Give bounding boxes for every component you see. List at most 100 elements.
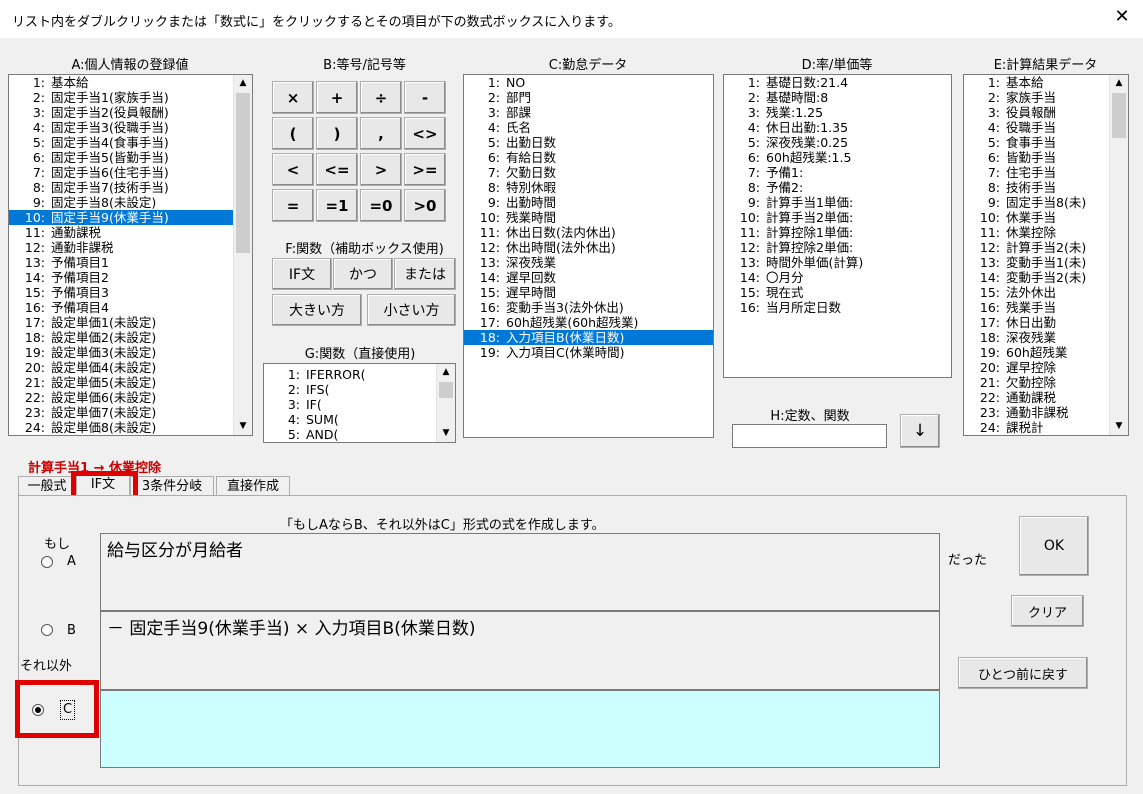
- list-item[interactable]: 3: 残業:1.25: [724, 105, 951, 120]
- if-function-button[interactable]: IF文: [272, 258, 332, 290]
- less-equal-button[interactable]: <=: [316, 153, 358, 186]
- list-item[interactable]: 13: 時間外単価(計算): [724, 255, 951, 270]
- list-item[interactable]: 2: 基礎時間:8: [724, 90, 951, 105]
- radio-a[interactable]: [41, 556, 53, 568]
- list-item[interactable]: 17: 休日出勤: [964, 315, 1128, 330]
- list-a-scrollbar[interactable]: ▲ ▼: [233, 75, 252, 435]
- list-item[interactable]: 19: 入力項目C(休業時間): [464, 345, 713, 360]
- list-e[interactable]: 1: 基本給 2: 家族手当 3: 役員報酬 4: 役職手当 5: 食事手当 6: 皆勤手当 7: 住宅手…: [964, 75, 1128, 435]
- list-item[interactable]: 14: 変動手当2(未): [964, 270, 1128, 285]
- list-item[interactable]: 20: 設定単価4(未設定): [9, 360, 252, 375]
- list-item[interactable]: 7: 住宅手当: [964, 165, 1128, 180]
- list-item[interactable]: 7: 固定手当6(住宅手当): [9, 165, 252, 180]
- list-item[interactable]: 23: 設定単価7(未設定): [9, 405, 252, 420]
- list-item[interactable]: 7: 欠勤日数: [464, 165, 713, 180]
- expression-b-box[interactable]: － 固定手当9(休業手当) × 入力項目B(休業日数): [100, 611, 940, 690]
- list-item[interactable]: 8: 予備2:: [724, 180, 951, 195]
- list-item[interactable]: 15: 予備項目3: [9, 285, 252, 300]
- list-item[interactable]: 24: 設定単価8(未設定): [9, 420, 252, 435]
- list-item[interactable]: 18: 設定単価2(未設定): [9, 330, 252, 345]
- list-item[interactable]: 18: 入力項目B(休業日数): [464, 330, 713, 345]
- list-item[interactable]: 1: NO: [464, 75, 713, 90]
- list-item[interactable]: 12: 休出時間(法外休出): [464, 240, 713, 255]
- greater-than-button[interactable]: >: [360, 153, 402, 186]
- list-item[interactable]: 5: 深夜残業:0.25: [724, 135, 951, 150]
- list-item[interactable]: 6: 固定手当5(皆勤手当): [9, 150, 252, 165]
- list-item[interactable]: 9: 固定手当8(未設定): [9, 195, 252, 210]
- list-item[interactable]: 4: SUM(: [264, 412, 455, 427]
- scroll-up-icon[interactable]: ▲: [1110, 75, 1128, 92]
- list-item[interactable]: 9: 固定手当8(未): [964, 195, 1128, 210]
- list-item[interactable]: 4: 役職手当: [964, 120, 1128, 135]
- list-item[interactable]: 15: 現在式: [724, 285, 951, 300]
- list-item[interactable]: 14: 〇月分: [724, 270, 951, 285]
- plus-button[interactable]: +: [316, 81, 358, 114]
- list-d[interactable]: 1: 基礎日数:21.4 2: 基礎時間:8 3: 残業:1.25 4: 休日出勤:1.35 5…: [724, 75, 951, 315]
- list-item[interactable]: 13: 予備項目1: [9, 255, 252, 270]
- list-item[interactable]: 12: 計算手当2(未): [964, 240, 1128, 255]
- list-g[interactable]: 1: IFERROR(2: IFS(3: IF(4: SUM(5: AND(: [264, 364, 455, 442]
- list-item[interactable]: 1: IFERROR(: [264, 367, 455, 382]
- list-item[interactable]: 20: 遅早控除: [964, 360, 1128, 375]
- list-item[interactable]: 14: 予備項目2: [9, 270, 252, 285]
- list-item[interactable]: 19: 60h超残業: [964, 345, 1128, 360]
- clear-button[interactable]: クリア: [1011, 595, 1084, 627]
- scroll-down-icon[interactable]: ▼: [1110, 418, 1128, 435]
- list-item[interactable]: 8: 技術手当: [964, 180, 1128, 195]
- close-paren-button[interactable]: ): [316, 117, 358, 150]
- list-item[interactable]: 4: 休日出勤:1.35: [724, 120, 951, 135]
- list-item[interactable]: 8: 特別休暇: [464, 180, 713, 195]
- or-function-button[interactable]: または: [394, 258, 456, 290]
- list-item[interactable]: 21: 設定単価5(未設定): [9, 375, 252, 390]
- list-item[interactable]: 10: 計算手当2単価:: [724, 210, 951, 225]
- list-item[interactable]: 13: 深夜残業: [464, 255, 713, 270]
- list-item[interactable]: 6: 60h超残業:1.5: [724, 150, 951, 165]
- list-item[interactable]: 5: 固定手当4(食事手当): [9, 135, 252, 150]
- not-equal-button[interactable]: <>: [404, 117, 446, 150]
- list-item[interactable]: 2: 固定手当1(家族手当): [9, 90, 252, 105]
- list-item[interactable]: 18: 深夜残業: [964, 330, 1128, 345]
- list-item[interactable]: 9: 出勤時間: [464, 195, 713, 210]
- minus-button[interactable]: -: [404, 81, 446, 114]
- list-item[interactable]: 16: 予備項目4: [9, 300, 252, 315]
- list-item[interactable]: 11: 通勤課税: [9, 225, 252, 240]
- list-item[interactable]: 11: 休業控除: [964, 225, 1128, 240]
- list-item[interactable]: 14: 遅早回数: [464, 270, 713, 285]
- list-item[interactable]: 10: 残業時間: [464, 210, 713, 225]
- min-function-button[interactable]: 小さい方: [367, 294, 456, 326]
- list-item[interactable]: 3: IF(: [264, 397, 455, 412]
- undo-button[interactable]: ひとつ前に戻す: [958, 657, 1088, 689]
- expression-c-box[interactable]: [100, 690, 940, 768]
- list-item[interactable]: 23: 通勤非課税: [964, 405, 1128, 420]
- list-item[interactable]: 12: 通勤非課税: [9, 240, 252, 255]
- list-item[interactable]: 9: 計算手当1単価:: [724, 195, 951, 210]
- list-item[interactable]: 5: 出勤日数: [464, 135, 713, 150]
- list-g-scrollbar[interactable]: ▲ ▼: [436, 364, 455, 442]
- constant-input[interactable]: [732, 424, 887, 448]
- list-item[interactable]: 1: 基本給: [964, 75, 1128, 90]
- list-e-scrollbar[interactable]: ▲ ▼: [1109, 75, 1128, 435]
- radio-b[interactable]: [41, 624, 53, 636]
- scroll-thumb[interactable]: [1112, 93, 1126, 138]
- list-item[interactable]: 4: 氏名: [464, 120, 713, 135]
- list-item[interactable]: 3: 役員報酬: [964, 105, 1128, 120]
- list-item[interactable]: 10: 休業手当: [964, 210, 1128, 225]
- equal-zero-button[interactable]: =0: [360, 189, 402, 222]
- scroll-up-icon[interactable]: ▲: [437, 364, 455, 381]
- list-c-box[interactable]: 1: NO 2: 部門 3: 部課 4: 氏名 5: 出勤日数 6: 有給日数 7: 欠勤日数 8: 特別休暇…: [463, 74, 714, 438]
- list-item[interactable]: 11: 休出日数(法内休出): [464, 225, 713, 240]
- list-item[interactable]: 16: 当月所定日数: [724, 300, 951, 315]
- list-item[interactable]: 6: 有給日数: [464, 150, 713, 165]
- open-paren-button[interactable]: (: [272, 117, 314, 150]
- list-item[interactable]: 21: 欠勤控除: [964, 375, 1128, 390]
- insert-down-arrow-button[interactable]: ↓: [900, 414, 940, 448]
- scroll-thumb[interactable]: [439, 382, 453, 398]
- less-than-button[interactable]: <: [272, 153, 314, 186]
- comma-button[interactable]: ,: [360, 117, 402, 150]
- list-item[interactable]: 15: 法外休出: [964, 285, 1128, 300]
- list-item[interactable]: 4: 固定手当3(役職手当): [9, 120, 252, 135]
- equal-one-button[interactable]: =1: [316, 189, 358, 222]
- multiply-button[interactable]: ×: [272, 81, 314, 114]
- list-item[interactable]: 19: 設定単価3(未設定): [9, 345, 252, 360]
- close-icon[interactable]: ✕: [1111, 6, 1133, 28]
